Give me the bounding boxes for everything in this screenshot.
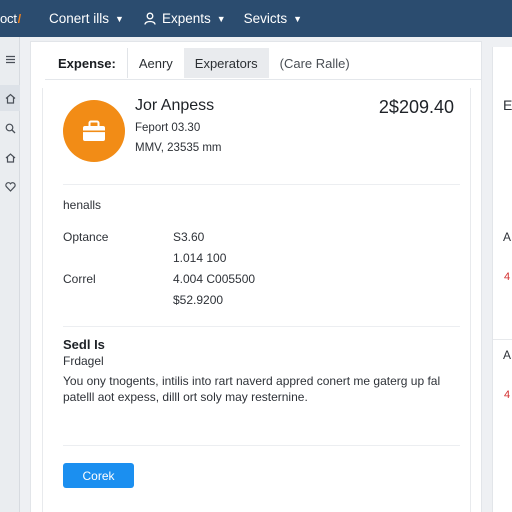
top-navbar: oct / Conert ills ▼ Expents ▼ Sevicts ▼ (0, 0, 512, 37)
details-subheading: Frdagel (63, 354, 104, 368)
totals-row-value: 4.004 C005500 (173, 272, 256, 286)
details-heading: Sedl Is (63, 337, 105, 352)
menu-icon (5, 55, 15, 63)
divider (63, 445, 460, 446)
nav-menu-accounts[interactable]: Conert ills ▼ (49, 11, 124, 26)
details-description: You ony tnogents, intilis into rart nave… (63, 374, 441, 404)
nav-menu-label: Sevicts (243, 11, 288, 26)
side-item-label[interactable]: A (503, 348, 511, 362)
side-item-badge: 4 (504, 389, 511, 401)
house-icon (5, 152, 15, 163)
side-item-label[interactable]: A (503, 230, 511, 244)
nav-menu-expents[interactable]: Expents ▼ (144, 11, 226, 26)
briefcase-icon (83, 120, 105, 141)
heart-icon (4, 181, 16, 192)
totals-heading: henalls (63, 198, 102, 212)
totals-row-value: $52.9200 (173, 293, 224, 307)
side-panel-title: E (503, 97, 512, 113)
totals-row-label: Correl (63, 272, 96, 286)
chevron-down-icon: ▼ (293, 13, 303, 24)
nav-menu-label: Conert ills (49, 11, 110, 26)
brand-logo[interactable]: oct / (0, 11, 38, 26)
totals-row-value: 1.014 100 (173, 251, 227, 265)
left-rail (0, 37, 20, 512)
rail-search-button[interactable] (0, 115, 20, 141)
side-item-badge: 4 (504, 271, 511, 283)
divider (493, 339, 512, 340)
expense-card: Jor Anpess Feport 03.30 MMV, 23535 mm 2$… (42, 88, 471, 512)
home-icon (5, 93, 15, 104)
divider (63, 326, 460, 327)
expense-amount: 2$209.40 (378, 97, 454, 117)
expense-reference: MMV, 23535 mm (135, 142, 222, 154)
totals-row-value: S3.60 (173, 230, 205, 244)
chevron-down-icon: ▼ (115, 13, 124, 24)
menu-button[interactable] (0, 46, 20, 72)
totals-row-label: Optance (63, 230, 109, 244)
brand-text: oct (0, 11, 17, 26)
brand-slash-icon: / (17, 11, 22, 26)
corek-button[interactable]: Corek (63, 463, 134, 488)
tab-care-ralle[interactable]: (Care Ralle) (269, 48, 361, 78)
tab-expense[interactable]: Expense: (45, 48, 128, 78)
expense-report-id: Feport 03.30 (135, 122, 201, 134)
tab-aenry[interactable]: Aenry (128, 48, 184, 78)
expense-person-name: Jor Anpess (135, 97, 215, 114)
expense-panel: Expense: Aenry Experators (Care Ralle) J… (30, 41, 482, 512)
rail-favorites-button[interactable] (0, 173, 20, 199)
user-icon (144, 12, 156, 25)
search-icon (5, 123, 15, 133)
tab-bar: Expense: Aenry Experators (Care Ralle) (45, 48, 361, 78)
expense-avatar (63, 100, 125, 162)
nav-menu-sevicts[interactable]: Sevicts ▼ (244, 11, 302, 26)
side-panel: E A 4 A 4 (492, 47, 512, 512)
chevron-down-icon: ▼ (216, 13, 226, 24)
nav-menu-label: Expents (161, 11, 211, 26)
tab-divider (45, 79, 481, 80)
rail-home-button[interactable] (0, 85, 20, 111)
tab-experators[interactable]: Experators (183, 48, 269, 78)
rail-house-button[interactable] (0, 144, 20, 170)
divider (63, 184, 460, 185)
